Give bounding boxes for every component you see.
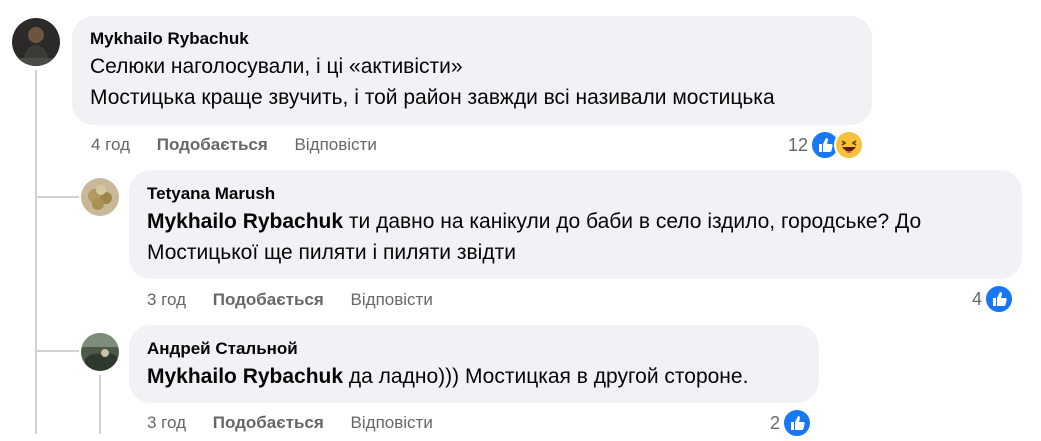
mention-link[interactable]: Mykhailo Rybachuk [147,365,343,388]
comment-text-span: ти давно на канікули до баби в село ізди… [343,210,922,233]
reaction-count: 2 [770,412,781,433]
like-button[interactable]: Подобається [213,290,324,309]
thread-line [99,375,101,434]
thread-branch [35,196,79,198]
reaction-summary[interactable]: 12 [788,130,865,160]
timestamp[interactable]: 3 год [147,413,186,432]
reaction-summary[interactable]: 4 [972,284,1015,314]
reply-button[interactable]: Відповісти [351,413,433,432]
comment-author[interactable]: Tetyana Marush [147,184,1004,204]
avatar[interactable] [81,333,119,371]
comment-text-line: Мостицька краще звучить, і той район зав… [90,86,775,109]
reaction-count: 4 [972,288,983,309]
comment-actions: 3 год Подобається Відповісти [147,290,433,310]
comment-actions: 3 год Подобається Відповісти [147,413,433,433]
reaction-count: 12 [788,134,809,155]
comment-text-line: Mykhailo Rybachuk ти давно на канікули д… [147,206,1004,237]
comment-text: Mykhailo Rybachuk ти давно на канікули д… [147,206,1004,268]
thread-line [35,70,37,434]
like-button[interactable]: Подобається [213,413,324,432]
like-button[interactable]: Подобається [157,135,268,154]
comment-text: Mykhailo Rybachuk да ладно))) Мостицкая … [147,361,801,392]
comment-text: Селюки наголосували, і ці «активісти» Мо… [90,51,854,113]
comment-actions: 4 год Подобається Відповісти [91,135,377,155]
avatar[interactable] [81,178,119,216]
timestamp[interactable]: 3 год [147,290,186,309]
avatar[interactable] [12,18,60,66]
comment-text-span: да ладно))) Мостицкая в другой стороне. [343,365,749,388]
reply-button[interactable]: Відповісти [295,135,377,154]
comment-text-line: Mykhailo Rybachuk да ладно))) Мостицкая … [147,361,801,392]
mention-link[interactable]: Mykhailo Rybachuk [147,210,343,233]
reply-button[interactable]: Відповісти [351,290,433,309]
timestamp[interactable]: 4 год [91,135,130,154]
comment-text-line: Мостицької ще пиляти і пиляти звідти [147,241,516,264]
comment-bubble: Андрей Стальной Mykhailo Rybachuk да лад… [129,325,819,403]
comment-bubble: Tetyana Marush Mykhailo Rybachuk ти давн… [129,170,1022,279]
comment-author[interactable]: Mykhailo Rybachuk [90,29,854,49]
thread-branch [35,350,79,352]
comment-author[interactable]: Андрей Стальной [147,339,801,359]
like-icon [984,284,1015,314]
comment-text-line: Селюки наголосували, і ці «активісти» [90,55,463,78]
haha-icon [834,130,865,160]
comment-bubble: Mykhailo Rybachuk Селюки наголосували, і… [72,16,872,125]
